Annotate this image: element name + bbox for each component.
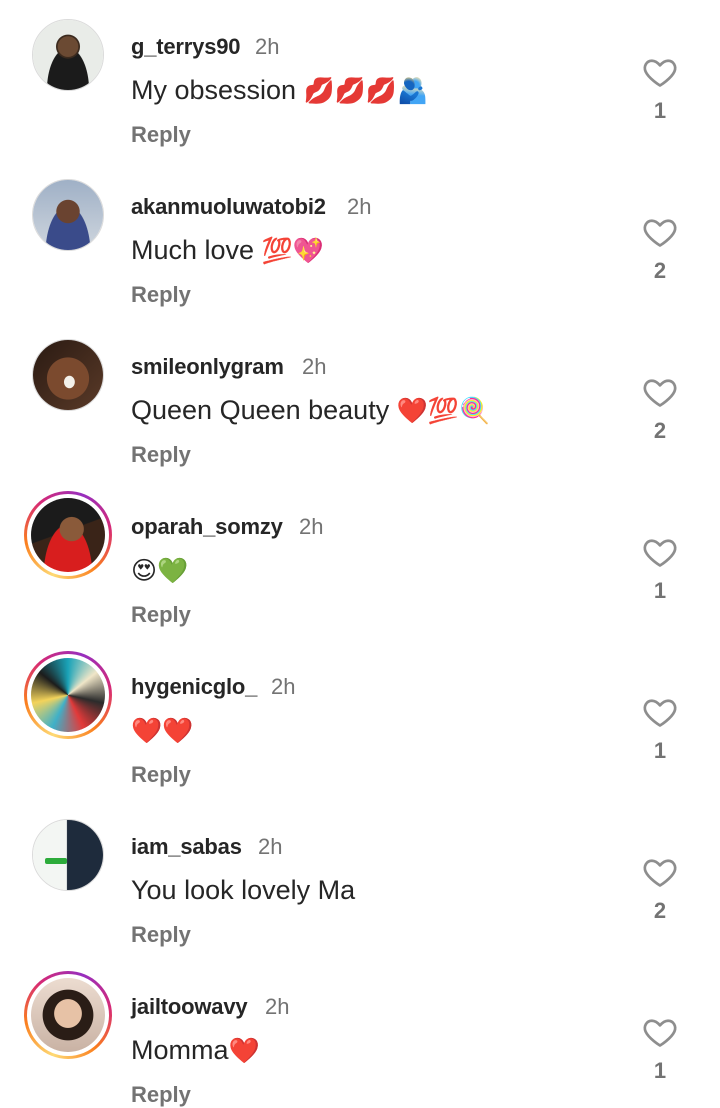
comment-emoji: ❤️ [228, 1037, 260, 1065]
heart-outline-icon[interactable] [642, 534, 678, 570]
avatar-image [33, 20, 103, 90]
reply-button[interactable]: Reply [131, 922, 191, 948]
heart-outline-icon[interactable] [642, 214, 678, 250]
comment-item: oparah_somzy 2h 😍💚 Reply 1 [0, 491, 720, 656]
comment-text: You look lovely Ma [131, 875, 355, 906]
heart-outline-icon[interactable] [642, 1014, 678, 1050]
comment-item: iam_sabas 2h You look lovely Ma Reply 2 [0, 816, 720, 976]
comment-emoji: 💯💖 [261, 237, 324, 265]
avatar[interactable] [32, 339, 104, 411]
comment-text-body: Momma [131, 1035, 229, 1065]
comment-time: 2h [299, 514, 324, 539]
comment-item: g_terrys90 2h My obsession 💋💋💋🫂 Reply 1 [0, 16, 720, 176]
avatar-image [31, 498, 105, 572]
comment-username[interactable]: hygenicglo_ [131, 674, 257, 700]
comment-emoji: 💋💋💋🫂 [303, 77, 429, 105]
comment-item: akanmuoluwatobi2 2h Much love 💯💖 Reply 2 [0, 176, 720, 336]
like-count: 1 [653, 98, 667, 123]
comment-item: smileonlygram 2h Queen Queen beauty ❤️💯🍭… [0, 336, 720, 496]
comment-username[interactable]: iam_sabas [131, 834, 242, 860]
like-count: 1 [653, 738, 667, 763]
avatar[interactable] [32, 19, 104, 91]
comment-time: 2h [258, 834, 283, 859]
avatar-image [33, 820, 103, 890]
avatar-image [31, 658, 105, 732]
comment-username[interactable]: oparah_somzy [131, 514, 283, 540]
reply-button[interactable]: Reply [131, 762, 191, 788]
comment-text-body: Much love [131, 235, 262, 265]
comment-text: ❤️❤️ [131, 715, 193, 746]
like-count: 2 [653, 258, 667, 283]
avatar[interactable] [24, 971, 112, 1059]
comment-item: jailtoowavy 2h Momma❤️ Reply 1 [0, 971, 720, 1107]
comment-time: 2h [265, 994, 290, 1019]
comment-emoji: ❤️❤️ [131, 717, 194, 745]
reply-button[interactable]: Reply [131, 282, 191, 308]
comment-username[interactable]: smileonlygram [131, 354, 284, 380]
heart-outline-icon[interactable] [642, 54, 678, 90]
comment-text: Queen Queen beauty ❤️💯🍭 [131, 395, 490, 426]
comment-username[interactable]: akanmuoluwatobi2 [131, 194, 326, 220]
heart-outline-icon[interactable] [642, 374, 678, 410]
heart-outline-icon[interactable] [642, 694, 678, 730]
comment-emoji: 😍💚 [131, 557, 189, 585]
heart-outline-icon[interactable] [642, 854, 678, 890]
avatar-image [31, 978, 105, 1052]
comment-username[interactable]: jailtoowavy [131, 994, 248, 1020]
reply-button[interactable]: Reply [131, 1082, 191, 1108]
like-count: 1 [653, 578, 667, 603]
like-count: 2 [653, 898, 667, 923]
avatar[interactable] [32, 819, 104, 891]
comment-time: 2h [255, 34, 280, 59]
avatar[interactable] [32, 179, 104, 251]
comment-text: Momma❤️ [131, 1035, 260, 1066]
comment-item: hygenicglo_ 2h ❤️❤️ Reply 1 [0, 651, 720, 816]
reply-button[interactable]: Reply [131, 602, 191, 628]
comment-text: My obsession 💋💋💋🫂 [131, 75, 428, 106]
comment-text-body: You look lovely Ma [131, 875, 356, 905]
comment-username[interactable]: g_terrys90 [131, 34, 241, 60]
avatar-image [33, 340, 103, 410]
avatar[interactable] [24, 491, 112, 579]
comment-text-body: My obsession [131, 75, 304, 105]
like-count: 1 [653, 1058, 667, 1083]
comment-time: 2h [347, 194, 372, 219]
avatar[interactable] [24, 651, 112, 739]
like-count: 2 [653, 418, 667, 443]
comment-text: 😍💚 [131, 555, 188, 586]
comment-time: 2h [302, 354, 327, 379]
comment-text: Much love 💯💖 [131, 235, 324, 266]
comments-list: g_terrys90 2h My obsession 💋💋💋🫂 Reply 1 … [0, 0, 720, 1107]
comment-emoji: ❤️💯🍭 [396, 397, 491, 425]
comment-text-body: Queen Queen beauty [131, 395, 397, 425]
reply-button[interactable]: Reply [131, 442, 191, 468]
comment-time: 2h [271, 674, 296, 699]
avatar-image [33, 180, 103, 250]
reply-button[interactable]: Reply [131, 122, 191, 148]
